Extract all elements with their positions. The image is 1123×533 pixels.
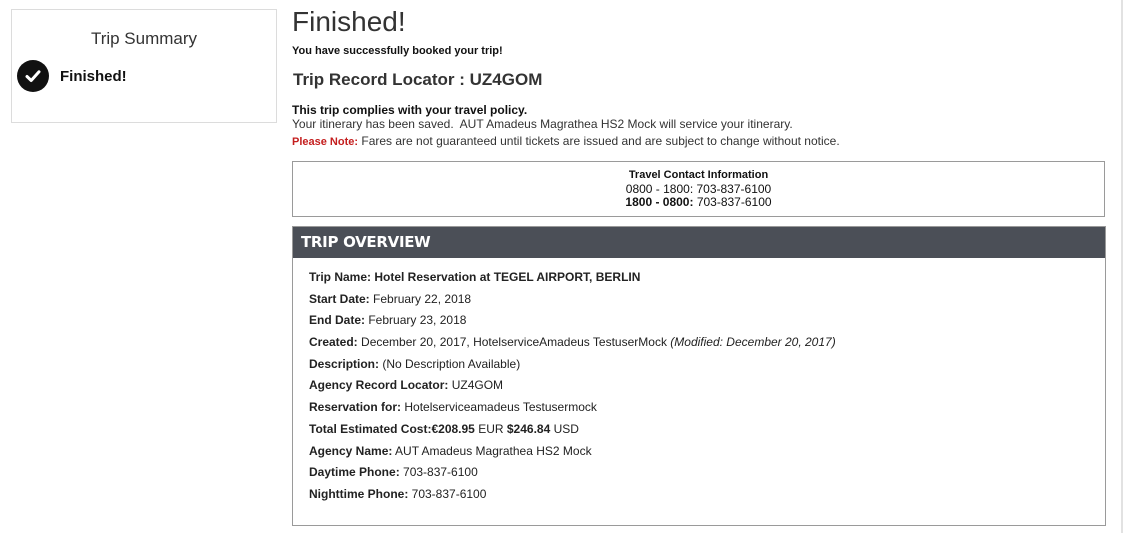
contact-night-label: 1800 - 0800: [625, 195, 694, 209]
created-row: Created: December 20, 2017, Hotelservice… [309, 332, 1105, 354]
note-text: Fares are not guaranteed until tickets a… [358, 134, 840, 148]
trip-overview-panel: TRIP OVERVIEW Trip Name: Hotel Reservati… [292, 226, 1106, 526]
reservation-for-label: Reservation for: [309, 400, 402, 415]
description-row: Description: (No Description Available) [309, 354, 1105, 376]
total-cost-usd: $246.84 [506, 421, 551, 436]
agency-name-label: Agency Name: [309, 443, 393, 458]
agency-name-row: Agency Name: AUT Amadeus Magrathea HS2 M… [309, 441, 1105, 463]
total-cost-row: Total Estimated Cost:€208.95 EUR $246.84… [309, 419, 1105, 441]
nighttime-phone-label: Nighttime Phone: [309, 486, 409, 501]
page-title: Finished! [292, 6, 406, 37]
record-locator-label: Trip Record Locator : [293, 70, 470, 89]
end-date-row: End Date: February 23, 2018 [309, 310, 1105, 332]
daytime-phone-value: 703-837-6100 [399, 465, 478, 480]
nighttime-phone-row: Nighttime Phone: 703-837-6100 [309, 484, 1105, 506]
record-locator-value: UZ4GOM [469, 70, 543, 89]
trip-name-label: Trip Name: [309, 270, 372, 284]
description-value: (No Description Available) [379, 356, 521, 371]
policy-message: This trip complies with your travel poli… [292, 103, 528, 117]
description-label: Description: [309, 356, 380, 371]
contact-night-value: 703-837-6100 [693, 195, 772, 209]
check-icon [17, 60, 49, 92]
start-date-value: February 22, 2018 [369, 291, 472, 306]
trip-summary-panel: Trip Summary Finished! [11, 9, 277, 123]
start-date-label: Start Date: [309, 291, 370, 306]
trip-name-value: Hotel Reservation at TEGEL AIRPORT, BERL… [371, 270, 641, 284]
created-label: Created: [309, 335, 358, 350]
contact-line-day: 0800 - 1800: 703-837-6100 [625, 181, 772, 196]
reservation-for-row: Reservation for: Hotelserviceamadeus Tes… [309, 397, 1105, 419]
agency-locator-label: Agency Record Locator: [309, 378, 449, 393]
agency-locator-value: UZ4GOM [448, 378, 504, 393]
start-date-row: Start Date: February 22, 2018 [309, 289, 1105, 311]
itinerary-saved-message: Your itinerary has been saved. AUT Amade… [292, 117, 793, 131]
created-value: December 20, 2017, HotelserviceAmadeus T… [357, 335, 671, 350]
total-cost-eur: €208.95 [431, 421, 475, 436]
success-message: You have successfully booked your trip! [292, 45, 503, 57]
nighttime-phone-value: 703-837-6100 [408, 486, 487, 501]
reservation-for-value: Hotelserviceamadeus Testusermock [401, 400, 597, 415]
trip-overview-header: TRIP OVERVIEW [293, 227, 1105, 258]
trip-overview-details: Trip Name: Hotel Reservation at TEGEL AI… [293, 258, 1105, 506]
agency-locator-row: Agency Record Locator: UZ4GOM [309, 375, 1105, 397]
agency-name-value: AUT Amadeus Magrathea HS2 Mock [392, 443, 592, 458]
created-modified: (Modified: December 20, 2017) [670, 335, 836, 350]
trip-record-locator: Trip Record Locator : UZ4GOM [293, 70, 542, 90]
fare-note: Please Note: Fares are not guaranteed un… [292, 134, 840, 148]
total-cost-usd-unit: USD [550, 421, 579, 436]
total-cost-eur-unit: EUR [474, 421, 507, 436]
note-label: Please Note: [292, 136, 359, 148]
daytime-phone-label: Daytime Phone: [309, 465, 400, 480]
daytime-phone-row: Daytime Phone: 703-837-6100 [309, 462, 1105, 484]
step-label: Finished! [60, 67, 127, 85]
end-date-label: End Date: [309, 313, 366, 328]
total-cost-label: Total Estimated Cost: [309, 421, 432, 436]
travel-contact-box: Travel Contact Information 0800 - 1800: … [292, 161, 1105, 217]
contact-title: Travel Contact Information [628, 169, 769, 181]
contact-line-night: 1800 - 0800: 703-837-6100 [293, 195, 1104, 210]
trip-summary-title: Trip Summary [90, 29, 198, 48]
step-finished: Finished! [17, 60, 127, 92]
end-date-value: February 23, 2018 [365, 313, 467, 328]
trip-name-row: Trip Name: Hotel Reservation at TEGEL AI… [309, 267, 1105, 289]
